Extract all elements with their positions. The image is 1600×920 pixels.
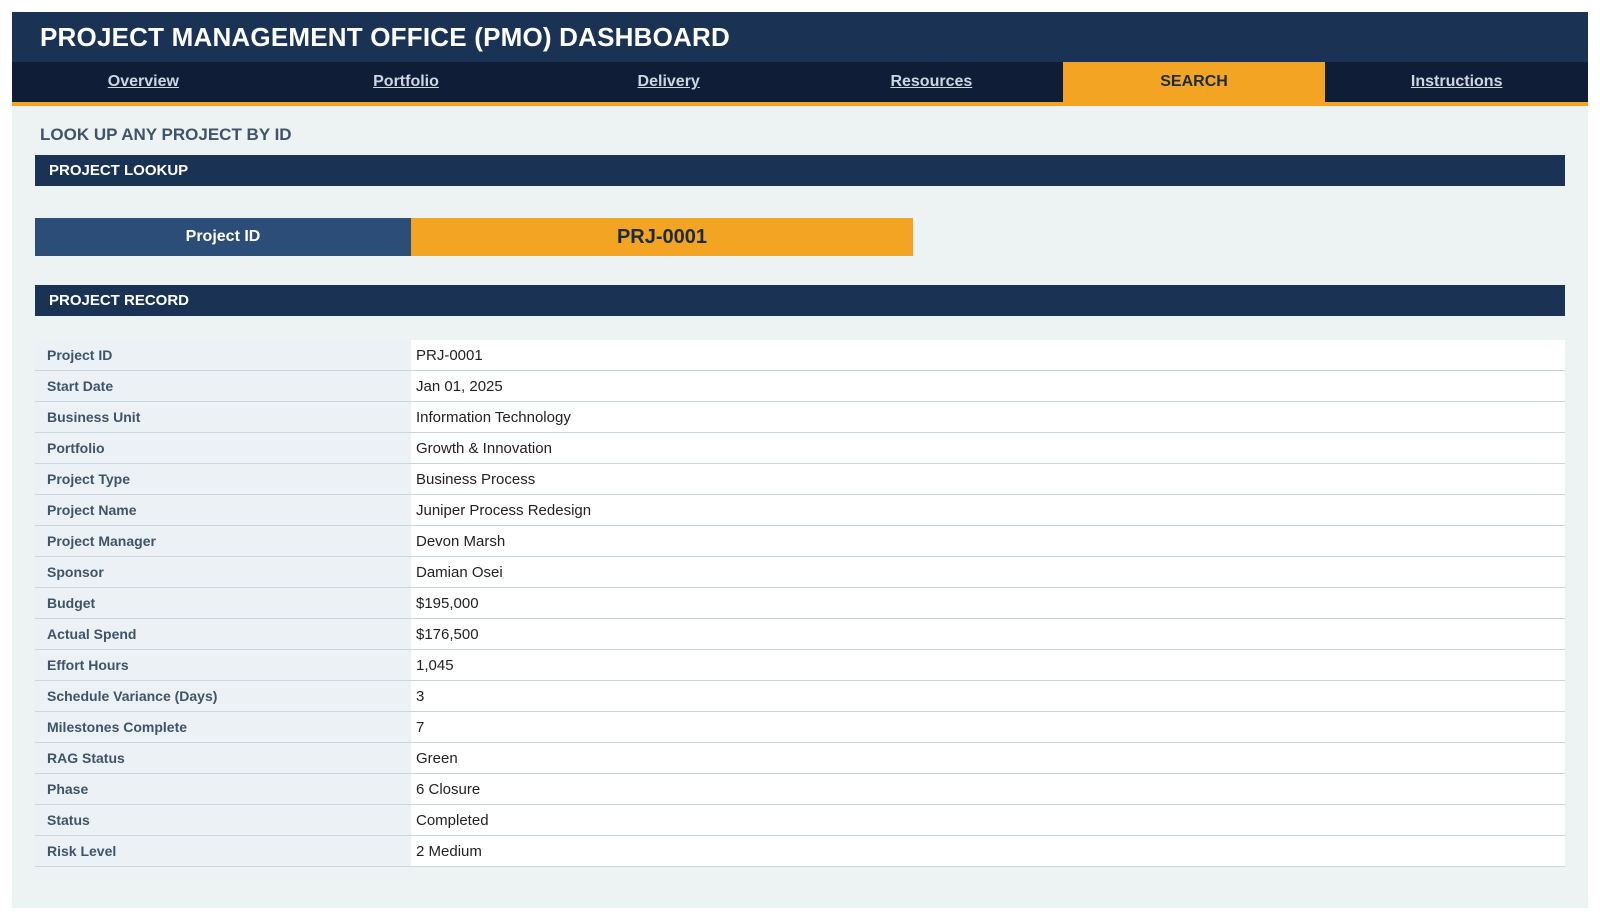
record-field-value: Green — [411, 743, 1565, 773]
record-field-label: Milestones Complete — [35, 712, 411, 742]
record-field-value: Information Technology — [411, 402, 1565, 432]
record-field-label: Status — [35, 805, 411, 835]
table-row: Budget $195,000 — [35, 588, 1565, 619]
table-row: Milestones Complete 7 — [35, 712, 1565, 743]
table-row: Schedule Variance (Days) 3 — [35, 681, 1565, 712]
table-row: Project ID PRJ-0001 — [35, 340, 1565, 371]
project-lookup-header: PROJECT LOOKUP — [35, 155, 1565, 186]
record-field-label: Portfolio — [35, 433, 411, 463]
record-field-label: Risk Level — [35, 836, 411, 866]
record-field-value: Business Process — [411, 464, 1565, 494]
table-row: Project Manager Devon Marsh — [35, 526, 1565, 557]
record-field-value: Growth & Innovation — [411, 433, 1565, 463]
table-row: Project Type Business Process — [35, 464, 1565, 495]
lookup-row: Project ID PRJ-0001 — [35, 218, 1565, 256]
project-record-header: PROJECT RECORD — [35, 285, 1565, 316]
record-field-value: $176,500 — [411, 619, 1565, 649]
tab-overview[interactable]: Overview — [12, 62, 275, 102]
record-field-value: $195,000 — [411, 588, 1565, 618]
record-field-label: Project Type — [35, 464, 411, 494]
record-field-label: Schedule Variance (Days) — [35, 681, 411, 711]
record-field-value: 3 — [411, 681, 1565, 711]
table-row: Sponsor Damian Osei — [35, 557, 1565, 588]
record-field-label: Project ID — [35, 340, 411, 370]
table-row: RAG Status Green — [35, 743, 1565, 774]
record-field-value: Devon Marsh — [411, 526, 1565, 556]
table-row: Status Completed — [35, 805, 1565, 836]
record-field-value: Juniper Process Redesign — [411, 495, 1565, 525]
record-field-label: RAG Status — [35, 743, 411, 773]
record-field-label: Project Name — [35, 495, 411, 525]
table-row: Effort Hours 1,045 — [35, 650, 1565, 681]
tab-instructions[interactable]: Instructions — [1325, 62, 1588, 102]
title-bar: PROJECT MANAGEMENT OFFICE (PMO) DASHBOAR… — [12, 12, 1588, 62]
page-subtitle: LOOK UP ANY PROJECT BY ID — [40, 125, 292, 144]
record-field-label: Business Unit — [35, 402, 411, 432]
project-id-input[interactable]: PRJ-0001 — [411, 218, 913, 256]
tab-search[interactable]: SEARCH — [1062, 62, 1326, 102]
project-id-label: Project ID — [35, 218, 411, 256]
main-content: LOOK UP ANY PROJECT BY ID PROJECT LOOKUP… — [12, 106, 1588, 867]
record-field-value: PRJ-0001 — [411, 340, 1565, 370]
dashboard-title: PROJECT MANAGEMENT OFFICE (PMO) DASHBOAR… — [40, 21, 730, 52]
table-row: Actual Spend $176,500 — [35, 619, 1565, 650]
record-field-value: 1,045 — [411, 650, 1565, 680]
project-record-table: Project ID PRJ-0001 Start Date Jan 01, 2025… — [35, 340, 1565, 867]
table-row: Project Name Juniper Process Redesign — [35, 495, 1565, 526]
tab-delivery[interactable]: Delivery — [537, 62, 800, 102]
nav-bar: Overview Portfolio Delivery Resources SE… — [12, 62, 1588, 106]
record-field-value: 2 Medium — [411, 836, 1565, 866]
table-row: Phase 6 Closure — [35, 774, 1565, 805]
table-row: Business Unit Information Technology — [35, 402, 1565, 433]
record-field-label: Effort Hours — [35, 650, 411, 680]
table-row: Portfolio Growth & Innovation — [35, 433, 1565, 464]
tab-resources[interactable]: Resources — [800, 62, 1063, 102]
record-field-label: Project Manager — [35, 526, 411, 556]
record-field-value: 6 Closure — [411, 774, 1565, 804]
record-field-value: Jan 01, 2025 — [411, 371, 1565, 401]
record-field-value: Damian Osei — [411, 557, 1565, 587]
record-field-value: 7 — [411, 712, 1565, 742]
record-field-label: Actual Spend — [35, 619, 411, 649]
table-row: Risk Level 2 Medium — [35, 836, 1565, 867]
record-field-label: Start Date — [35, 371, 411, 401]
record-field-value: Completed — [411, 805, 1565, 835]
record-field-label: Phase — [35, 774, 411, 804]
record-field-label: Budget — [35, 588, 411, 618]
dashboard-frame: PROJECT MANAGEMENT OFFICE (PMO) DASHBOAR… — [12, 12, 1588, 908]
record-field-label: Sponsor — [35, 557, 411, 587]
tab-portfolio[interactable]: Portfolio — [275, 62, 538, 102]
table-row: Start Date Jan 01, 2025 — [35, 371, 1565, 402]
